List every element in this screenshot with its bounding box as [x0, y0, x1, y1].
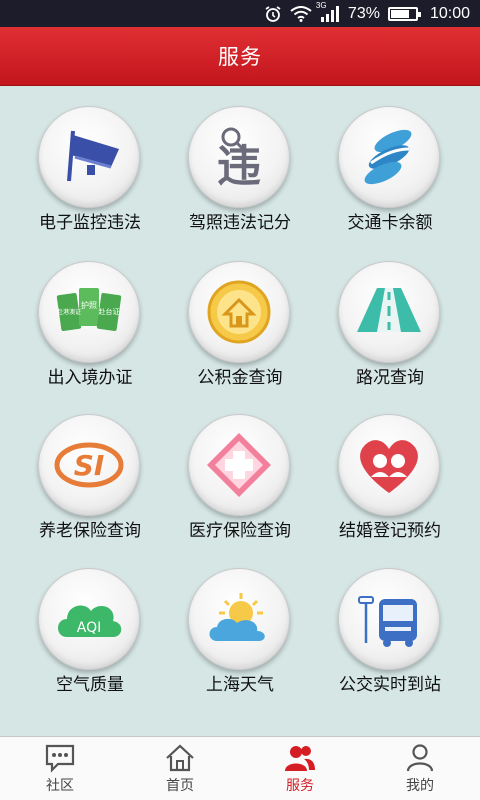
bottom-nav: 社区 首页 服务 我的 — [0, 736, 480, 800]
nav-label: 社区 — [46, 777, 74, 794]
services-grid: 电子监控违法 违 驾照违法记分 交通卡余额 赴港澳证 护照 赴台证 出入境办证 … — [0, 96, 480, 726]
service-icon-circle — [188, 568, 290, 670]
service-icon-circle: 赴港澳证 护照 赴台证 — [38, 261, 140, 363]
nav-item-community[interactable]: 社区 — [0, 737, 120, 800]
service-label: 出入境办证 — [47, 368, 133, 388]
camera-icon — [67, 130, 119, 182]
service-icon-circle: SI — [38, 414, 140, 516]
status-bar: 3G 73% 10:00 — [0, 0, 480, 27]
battery-icon — [387, 6, 421, 21]
svg-text:AQI: AQI — [77, 620, 101, 636]
passport-cards-icon: 赴港澳证 护照 赴台证 — [56, 288, 122, 331]
service-icon-circle — [338, 568, 440, 670]
nav-label: 我的 — [406, 777, 434, 794]
service-icon-circle — [38, 106, 140, 208]
service-icon-circle: 违 — [188, 106, 290, 208]
service-icon-circle — [338, 106, 440, 208]
user-icon — [406, 743, 434, 771]
service-tile-license-points[interactable]: 违 驾照违法记分 — [160, 96, 320, 248]
wifi-icon — [290, 5, 312, 22]
service-tile-bus-arrival[interactable]: 公交实时到站 — [310, 558, 470, 710]
service-icon-circle — [188, 414, 290, 516]
service-tile-pension-insurance[interactable]: SI 养老保险查询 — [10, 404, 170, 556]
road-icon — [357, 288, 421, 332]
weather-icon — [209, 593, 265, 641]
home-icon — [166, 744, 194, 771]
violation-char-icon: 违 — [217, 127, 261, 192]
nav-item-profile[interactable]: 我的 — [360, 737, 480, 800]
clock: 10:00 — [429, 4, 470, 22]
people-icon — [285, 745, 315, 771]
marriage-heart-icon — [360, 440, 418, 493]
nav-item-services[interactable]: 服务 — [240, 737, 360, 800]
service-label: 电子监控违法 — [39, 213, 141, 233]
service-label: 公积金查询 — [197, 368, 283, 388]
service-tile-weather[interactable]: 上海天气 — [160, 558, 320, 710]
aqi-cloud-icon: AQI — [58, 605, 122, 637]
signal-icon: 3G — [316, 1, 340, 22]
bus-icon — [358, 596, 417, 647]
service-icon-circle — [338, 261, 440, 363]
chat-bubble-icon — [45, 744, 75, 773]
svg-text:SI: SI — [74, 449, 105, 482]
service-tile-exit-entry[interactable]: 赴港澳证 护照 赴台证 出入境办证 — [10, 251, 170, 403]
service-label: 交通卡余额 — [347, 213, 433, 233]
service-icon-circle — [188, 261, 290, 363]
nav-label: 服务 — [286, 777, 314, 794]
service-label: 驾照违法记分 — [189, 213, 291, 233]
nav-item-home[interactable]: 首页 — [120, 737, 240, 800]
medical-cross-icon — [207, 433, 271, 497]
service-tile-road-condition[interactable]: 路况查询 — [310, 251, 470, 403]
social-insurance-icon: SI — [54, 442, 124, 488]
service-icon-circle — [338, 414, 440, 516]
service-label: 结婚登记预约 — [339, 521, 441, 541]
service-label: 路况查询 — [356, 368, 424, 388]
service-label: 养老保险查询 — [39, 521, 141, 541]
svg-text:护照: 护照 — [81, 300, 97, 310]
alarm-icon — [265, 5, 281, 22]
service-label: 空气质量 — [56, 675, 124, 695]
service-label: 公交实时到站 — [339, 675, 441, 695]
header-bar: 服务 — [0, 27, 480, 86]
service-tile-air-quality[interactable]: AQI 空气质量 — [10, 558, 170, 710]
service-tile-transport-card[interactable]: 交通卡余额 — [310, 96, 470, 248]
battery-percent: 73% — [347, 4, 380, 22]
svg-text:赴台证: 赴台证 — [99, 307, 120, 316]
service-label: 上海天气 — [206, 675, 274, 695]
service-icon-circle: AQI — [38, 568, 140, 670]
service-tile-housing-fund[interactable]: 公积金查询 — [160, 251, 320, 403]
service-tile-marriage-registration[interactable]: 结婚登记预约 — [310, 404, 470, 556]
nav-label: 首页 — [166, 777, 194, 794]
housing-fund-icon — [207, 280, 271, 344]
network-type: 3G — [315, 0, 327, 10]
svg-text:赴港澳证: 赴港澳证 — [57, 308, 81, 316]
service-tile-traffic-camera[interactable]: 电子监控违法 — [10, 96, 170, 248]
service-label: 医疗保险查询 — [189, 521, 291, 541]
transport-card-icon — [364, 129, 412, 185]
page-title: 服务 — [218, 45, 262, 69]
svg-text:违: 违 — [217, 141, 261, 192]
service-tile-medical-insurance[interactable]: 医疗保险查询 — [160, 404, 320, 556]
